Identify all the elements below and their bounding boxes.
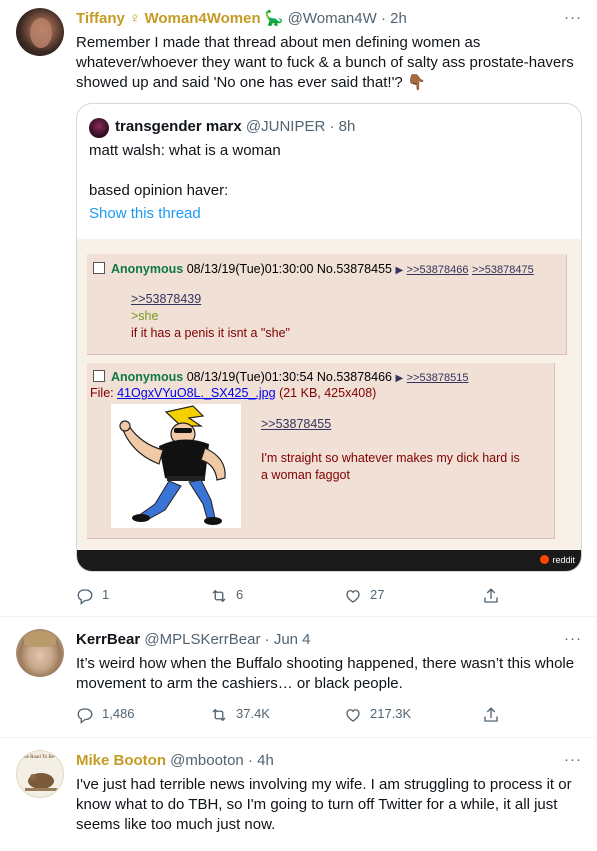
display-name[interactable]: Tiffany ♀ Woman4Women 🦕: [76, 10, 283, 27]
tweet-3[interactable]: The Road To Be-Ye Mike Booton @mbooton ·…: [0, 738, 597, 851]
like-button[interactable]: 27: [344, 585, 384, 605]
handle[interactable]: @MPLSKerrBear: [144, 631, 260, 648]
reply-button[interactable]: 1,486: [76, 704, 135, 724]
post-1-header: Anonymous 08/13/19(Tue)01:30:00 No.53878…: [93, 262, 534, 276]
chan-post-2: Anonymous 08/13/19(Tue)01:30:54 No.53878…: [87, 363, 555, 539]
chan-post-1: Anonymous 08/13/19(Tue)01:30:00 No.53878…: [87, 254, 567, 355]
quote-media-image[interactable]: Anonymous 08/13/19(Tue)01:30:00 No.53878…: [77, 239, 581, 571]
quote-text-line2: based opinion haver:: [89, 182, 229, 199]
post-2-file-name: 41OgxVYuO8L._SX425_.jpg: [117, 386, 276, 400]
quote-header: transgender marx @JUNIPER · 8h: [115, 117, 355, 137]
avatar[interactable]: The Road To Be-Ye: [16, 750, 64, 798]
reply-button[interactable]: 1: [76, 585, 109, 605]
retweet-button[interactable]: 6: [210, 585, 243, 605]
retweet-icon: [212, 589, 226, 602]
post-1-backlink-1: >>53878466: [406, 264, 469, 276]
tweet-header: Tiffany ♀ Woman4Women 🦕 @Woman4W · 2h: [76, 9, 407, 29]
tweet-actions: 1 6 27: [76, 585, 582, 605]
post-1-greentext: >she: [131, 309, 159, 323]
tweet-actions: 1,486 37.4K 217.3K: [76, 704, 582, 724]
reddit-logo-text: reddit: [552, 555, 575, 565]
retweet-button[interactable]: 37.4K: [210, 704, 270, 724]
retweet-count: 6: [236, 587, 244, 602]
tweet-header: KerrBear @MPLSKerrBear · Jun 4: [76, 630, 311, 650]
cartoon-figure-illustration: [119, 405, 226, 525]
display-name[interactable]: KerrBear: [76, 631, 140, 648]
post-1-backlink-2: >>53878475: [471, 264, 534, 276]
reply-icon: [77, 588, 93, 605]
handle[interactable]: @mbooton: [170, 752, 244, 769]
checkbox-icon: [93, 370, 105, 382]
show-thread-link[interactable]: Show this thread: [89, 204, 569, 224]
tweet-2[interactable]: KerrBear @MPLSKerrBear · Jun 4 ··· It’s …: [0, 617, 597, 735]
post-2-name: Anonymous: [111, 370, 184, 384]
retweet-icon: [212, 708, 226, 721]
share-icon: [484, 587, 498, 603]
reply-count: 1: [102, 587, 110, 602]
arrow-right-icon: ▶: [395, 265, 404, 276]
more-icon[interactable]: ···: [564, 10, 582, 25]
avatar[interactable]: [16, 8, 64, 56]
tweet-text: Remember I made that thread about men de…: [76, 34, 574, 91]
more-icon[interactable]: ···: [564, 752, 582, 767]
tweet-header: Mike Booton @mbooton · 4h: [76, 751, 274, 771]
reddit-logo: reddit: [540, 555, 575, 565]
tweet-1[interactable]: Tiffany ♀ Woman4Women 🦕 @Woman4W · 2h ··…: [0, 0, 597, 616]
quote-avatar: [89, 118, 109, 138]
retweet-count: 37.4K: [236, 706, 270, 721]
post-2-body: I'm straight so whatever makes my dick h…: [261, 451, 520, 482]
share-icon: [484, 706, 498, 722]
post-2-file-info: (21 KB, 425x408): [279, 386, 377, 400]
like-icon: [346, 708, 360, 722]
checkbox-icon: [93, 262, 105, 274]
timestamp[interactable]: · 4h: [248, 752, 274, 769]
arrow-right-icon: ▶: [395, 373, 404, 384]
post-2-reply-link: >>53878455: [261, 417, 332, 431]
handle[interactable]: @Woman4W: [288, 10, 377, 27]
like-icon: [346, 589, 360, 603]
post-1-reply-link: >>53878439: [131, 292, 202, 306]
like-count: 217.3K: [370, 706, 412, 721]
post-2-backlink-1: >>53878515: [406, 372, 469, 384]
post-2-meta: 08/13/19(Tue)01:30:54 No.53878466: [186, 370, 392, 384]
quote-display-name: transgender marx: [115, 118, 242, 135]
display-name[interactable]: Mike Booton: [76, 752, 166, 769]
post-2-file-prefix: File:: [90, 386, 114, 400]
quote-timestamp: · 8h: [329, 118, 356, 135]
post-2-thumbnail: [111, 404, 241, 528]
post-1-meta: 08/13/19(Tue)01:30:00 No.53878455: [186, 262, 392, 276]
tweet-text: I've just had terrible news involving my…: [76, 776, 572, 833]
reply-count: 1,486: [102, 706, 135, 721]
reply-icon: [77, 707, 93, 724]
quote-text-line1: matt walsh: what is a woman: [89, 142, 281, 159]
avatar[interactable]: [16, 629, 64, 677]
like-count: 27: [370, 587, 385, 602]
reddit-icon: [540, 555, 550, 564]
more-icon[interactable]: ···: [564, 631, 582, 646]
timestamp[interactable]: · 2h: [381, 10, 407, 27]
post-1-name: Anonymous: [111, 262, 184, 276]
share-button[interactable]: [482, 585, 508, 605]
tweet-text: It’s weird how when the Buffalo shooting…: [76, 655, 575, 692]
quote-tweet[interactable]: transgender marx @JUNIPER · 8h matt wals…: [76, 103, 582, 572]
timestamp[interactable]: · Jun 4: [265, 631, 311, 648]
like-button[interactable]: 217.3K: [344, 704, 411, 724]
post-2-header: Anonymous 08/13/19(Tue)01:30:54 No.53878…: [93, 370, 468, 384]
post-1-body: if it has a penis it isnt a "she": [131, 326, 290, 340]
toad-illustration: [25, 773, 57, 791]
share-button[interactable]: [482, 704, 508, 724]
quote-handle: @JUNIPER: [245, 118, 326, 135]
post-2-file-line: File: 41OgxVYuO8L._SX425_.jpg (21 KB, 42…: [90, 386, 376, 400]
reddit-watermark-bar: reddit: [77, 550, 581, 571]
